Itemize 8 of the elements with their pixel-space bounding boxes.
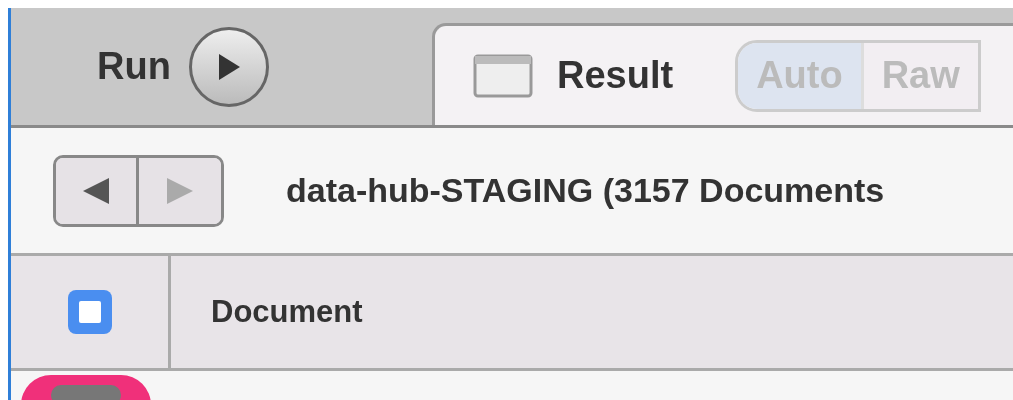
column-header: Document bbox=[211, 292, 363, 331]
collection-title: data-hub-STAGING (3157 Documents bbox=[286, 170, 885, 211]
window-icon bbox=[473, 53, 533, 98]
run-label: Run bbox=[97, 44, 171, 89]
select-all-checkbox[interactable] bbox=[67, 290, 112, 334]
right-arrow-icon bbox=[165, 175, 195, 206]
back-button[interactable] bbox=[56, 157, 139, 224]
left-arrow-icon bbox=[81, 175, 111, 206]
